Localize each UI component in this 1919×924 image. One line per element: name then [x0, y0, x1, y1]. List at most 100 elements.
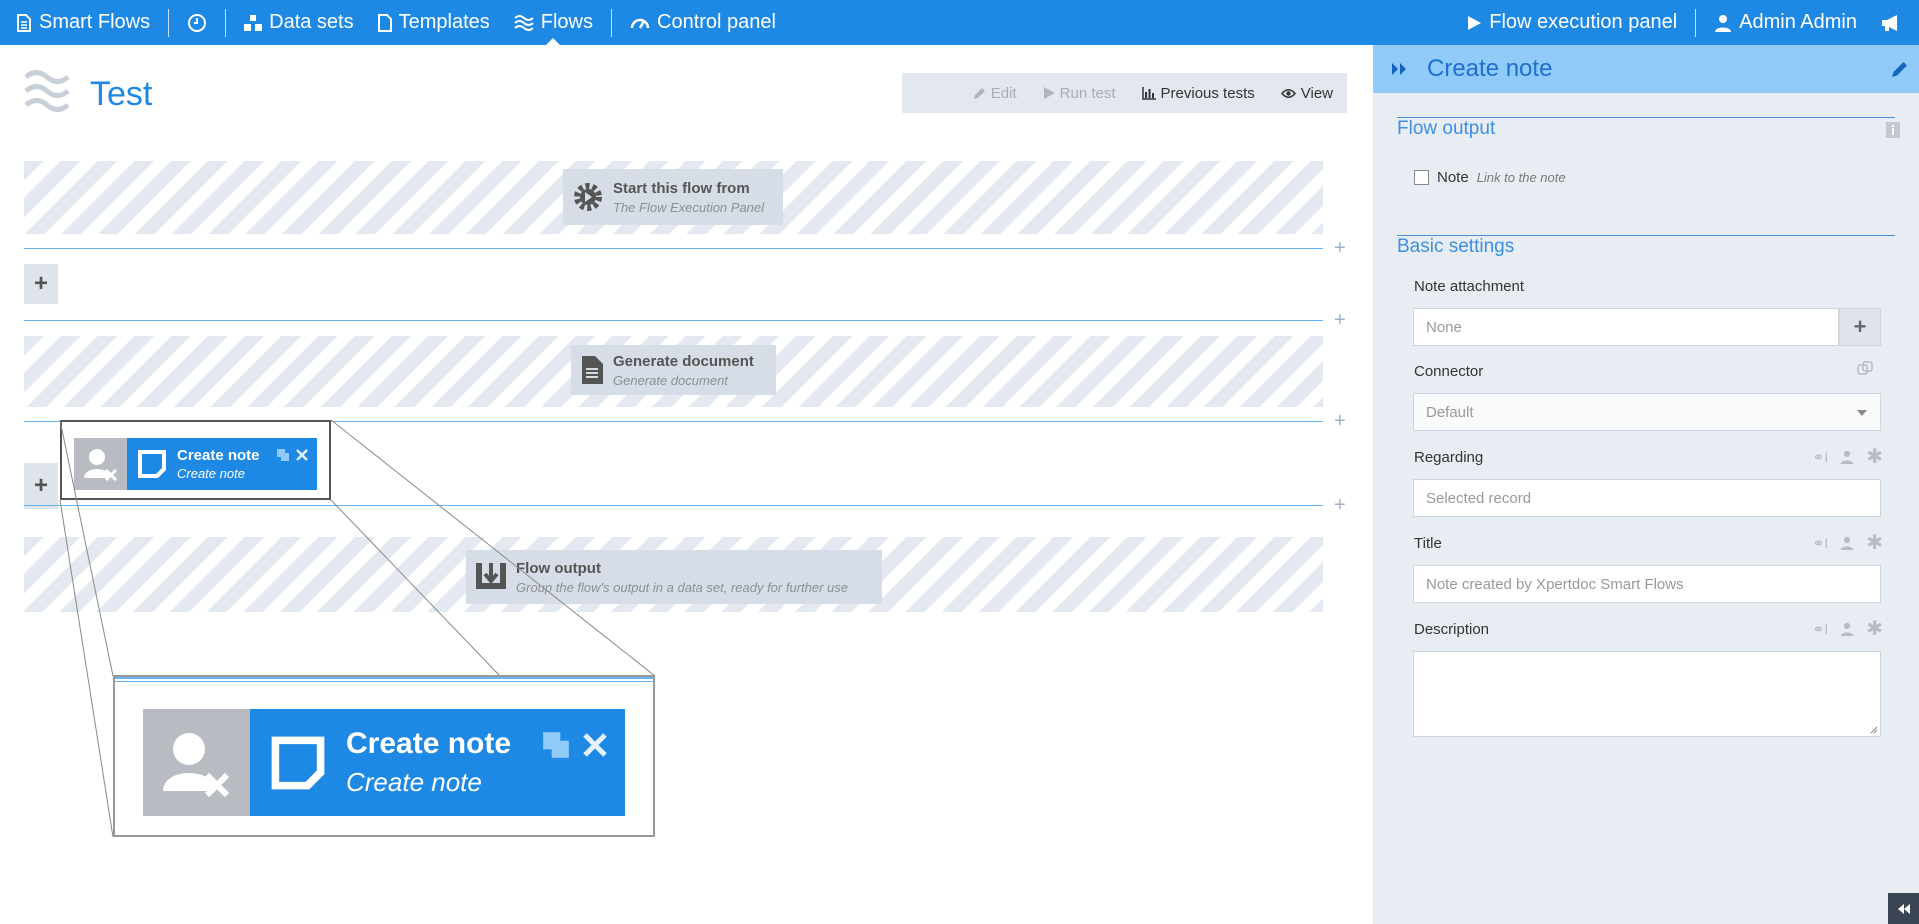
nav-divider — [168, 8, 170, 37]
flow-output-subtitle: Group the flow's output in a data set, r… — [516, 579, 849, 595]
nav-control-panel-label: Control panel — [657, 11, 776, 33]
double-chevron-left-icon — [1897, 903, 1910, 914]
generate-title: Generate document — [613, 352, 754, 370]
resize-handle-icon[interactable] — [1870, 726, 1878, 734]
regarding-input[interactable]: Selected record — [1413, 479, 1881, 517]
run-test-label: Run test — [1059, 84, 1116, 102]
user-icon[interactable] — [1840, 536, 1854, 550]
panel-header: Create note — [1373, 45, 1919, 93]
description-textarea[interactable] — [1413, 651, 1881, 737]
download-tray-icon — [476, 563, 506, 589]
dashboard-icon — [630, 18, 650, 29]
note-label: Note — [1437, 169, 1469, 186]
sitemap-icon — [244, 14, 263, 31]
bar-chart-icon — [1141, 86, 1156, 100]
pencil-icon — [973, 87, 985, 99]
description-label: Description — [1414, 621, 1490, 638]
nav-divider — [225, 8, 227, 37]
add-step-button[interactable]: + — [24, 463, 58, 509]
view-label: View — [1300, 84, 1333, 102]
zoom-inset: Create note Create note — [113, 675, 655, 837]
double-chevron-right-icon[interactable] — [1391, 62, 1407, 76]
note-attachment-label: Note attachment — [1414, 278, 1525, 295]
generate-subtitle: Generate document — [613, 372, 728, 388]
top-navbar: Smart Flows Data sets Templates Flows Co… — [0, 0, 1919, 45]
user-icon[interactable] — [1840, 622, 1854, 636]
insert-step-button[interactable]: + — [1334, 495, 1346, 515]
brand-link[interactable]: Smart Flows — [0, 0, 162, 45]
flow-canvas: Test Edit Run test Previous tests View S… — [0, 45, 1373, 924]
title-field-tools: ⚭I ✱ — [1813, 533, 1883, 553]
note-attachment-value: None — [1426, 318, 1462, 336]
title-placeholder: Note created by Xpertdoc Smart Flows — [1426, 575, 1684, 593]
user-remove-icon — [143, 709, 250, 816]
flow-output-node[interactable]: Flow output Group the flow's output in a… — [466, 550, 882, 604]
user-icon[interactable] — [1840, 450, 1854, 464]
note-checkbox[interactable] — [1414, 170, 1429, 185]
plus-icon: + — [33, 472, 48, 499]
note-output-row: Note Link to the note — [1414, 169, 1566, 186]
create-note-step-zoomed: Create note Create note — [143, 709, 625, 816]
view-button[interactable]: View — [1280, 84, 1333, 102]
play-icon — [1043, 87, 1055, 99]
flow-waves-icon — [24, 70, 70, 112]
edit-button[interactable]: Edit — [973, 85, 1017, 102]
title-input[interactable]: Note created by Xpertdoc Smart Flows — [1413, 565, 1881, 603]
previous-tests-label: Previous tests — [1160, 84, 1255, 102]
gear-play-icon — [574, 183, 602, 211]
page-title: Test — [90, 75, 153, 113]
nav-control-panel[interactable]: Control panel — [618, 0, 788, 45]
user-menu[interactable]: Admin Admin — [1702, 0, 1869, 45]
link-text-icon[interactable]: ⚭I — [1813, 449, 1829, 466]
nav-flow-execution-panel[interactable]: Flow execution panel — [1454, 0, 1689, 45]
create-note-title-zoomed: Create note — [346, 727, 512, 760]
nav-flows-label: Flows — [540, 11, 593, 33]
add-step-button[interactable]: + — [24, 264, 58, 304]
asterisk-icon[interactable]: ✱ — [1866, 533, 1883, 553]
start-node[interactable]: Start this flow from The Flow Execution … — [563, 169, 783, 225]
insert-step-button[interactable]: + — [1334, 411, 1346, 431]
nav-templates-label: Templates — [398, 11, 490, 33]
close-icon — [583, 732, 607, 757]
flow-output-section: Flow output — [1397, 117, 1895, 144]
note-attachment-field[interactable]: None — [1413, 308, 1839, 346]
copy-icon — [543, 731, 569, 758]
nav-data-sets[interactable]: Data sets — [232, 0, 365, 45]
nav-data-sets-label: Data sets — [269, 11, 354, 33]
nav-divider — [611, 8, 612, 37]
collapse-panel-button[interactable] — [1888, 893, 1919, 924]
zoom-lane-divider — [115, 677, 653, 682]
edit-label: Edit — [990, 84, 1017, 102]
nav-divider — [1695, 8, 1697, 37]
asterisk-icon[interactable]: ✱ — [1866, 619, 1883, 639]
description-field-tools: ⚭I ✱ — [1813, 619, 1883, 639]
flow-toolbar: Edit Run test Previous tests View — [902, 73, 1347, 113]
connector-select[interactable]: Default — [1413, 393, 1881, 431]
nav-templates[interactable]: Templates — [366, 0, 502, 45]
regarding-label: Regarding — [1414, 449, 1484, 466]
lane-divider — [24, 505, 1323, 506]
plus-icon: + — [1853, 314, 1867, 339]
play-icon — [1468, 15, 1482, 30]
link-copy-icon[interactable] — [1857, 361, 1873, 377]
previous-tests-button[interactable]: Previous tests — [1141, 84, 1255, 102]
run-test-button[interactable]: Run test — [1043, 85, 1116, 102]
announcements-button[interactable] — [1869, 0, 1919, 45]
regarding-placeholder: Selected record — [1426, 489, 1532, 507]
pencil-icon[interactable] — [1891, 60, 1909, 78]
generate-document-node[interactable]: Generate document Generate document — [571, 345, 776, 395]
insert-step-button[interactable]: + — [1334, 238, 1346, 258]
nav-flows[interactable]: Flows — [502, 0, 605, 45]
insert-step-button[interactable]: + — [1334, 310, 1346, 330]
asterisk-icon[interactable]: ✱ — [1866, 447, 1883, 467]
file-icon — [377, 13, 392, 32]
info-icon — [1886, 122, 1900, 138]
history-button[interactable] — [175, 0, 219, 45]
note-hint: Link to the note — [1476, 170, 1566, 185]
link-text-icon[interactable]: ⚭I — [1813, 535, 1829, 552]
lane-divider — [24, 248, 1323, 249]
add-attachment-button[interactable]: + — [1839, 308, 1881, 346]
clock-icon — [188, 13, 207, 32]
link-text-icon[interactable]: ⚭I — [1813, 621, 1829, 638]
flow-output-section-title: Flow output — [1397, 118, 1496, 139]
